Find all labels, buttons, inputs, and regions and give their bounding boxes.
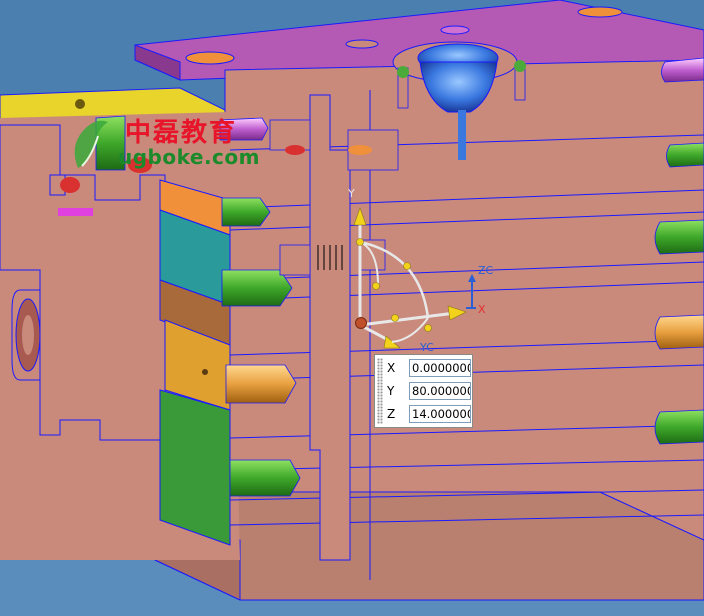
cad-viewport[interactable]: ZC X Y YC xyxy=(0,0,704,616)
coord-row-y: Y 80.0000000 xyxy=(385,381,473,403)
zc-axis-label: ZC xyxy=(478,264,494,277)
x-coord-label: X xyxy=(387,361,396,375)
z-coord-field[interactable]: 14.0000000 xyxy=(409,405,471,423)
x-coord-field[interactable]: 0.0000000 xyxy=(409,359,471,377)
coord-row-x: X 0.0000000 xyxy=(385,358,473,380)
z-coord-label: Z xyxy=(387,407,396,421)
y-handle-label: Y xyxy=(347,187,355,200)
handle-dot[interactable] xyxy=(424,324,432,332)
handle-dot[interactable] xyxy=(391,314,399,322)
x-axis-label: X xyxy=(478,303,486,316)
colored-plates xyxy=(159,179,231,546)
coordinate-input-panel: X 0.0000000 Y 80.0000000 Z 14.0000000 xyxy=(374,354,473,428)
watermark-url-text: ugboke.com xyxy=(118,145,260,169)
y-coord-label: Y xyxy=(387,384,395,398)
handle-dot[interactable] xyxy=(403,262,411,270)
y-coord-field[interactable]: 80.0000000 xyxy=(409,382,471,400)
handle-dot[interactable] xyxy=(372,282,380,290)
handle-dot[interactable] xyxy=(356,238,364,246)
coord-row-z: Z 14.0000000 xyxy=(385,404,473,426)
origin-handle[interactable] xyxy=(355,317,367,329)
yc-axis-label: YC xyxy=(419,341,434,354)
panel-drag-grip[interactable] xyxy=(377,358,383,424)
leaf-logo-icon xyxy=(74,120,108,168)
watermark-chinese-text: 中磊教育 xyxy=(125,118,238,148)
